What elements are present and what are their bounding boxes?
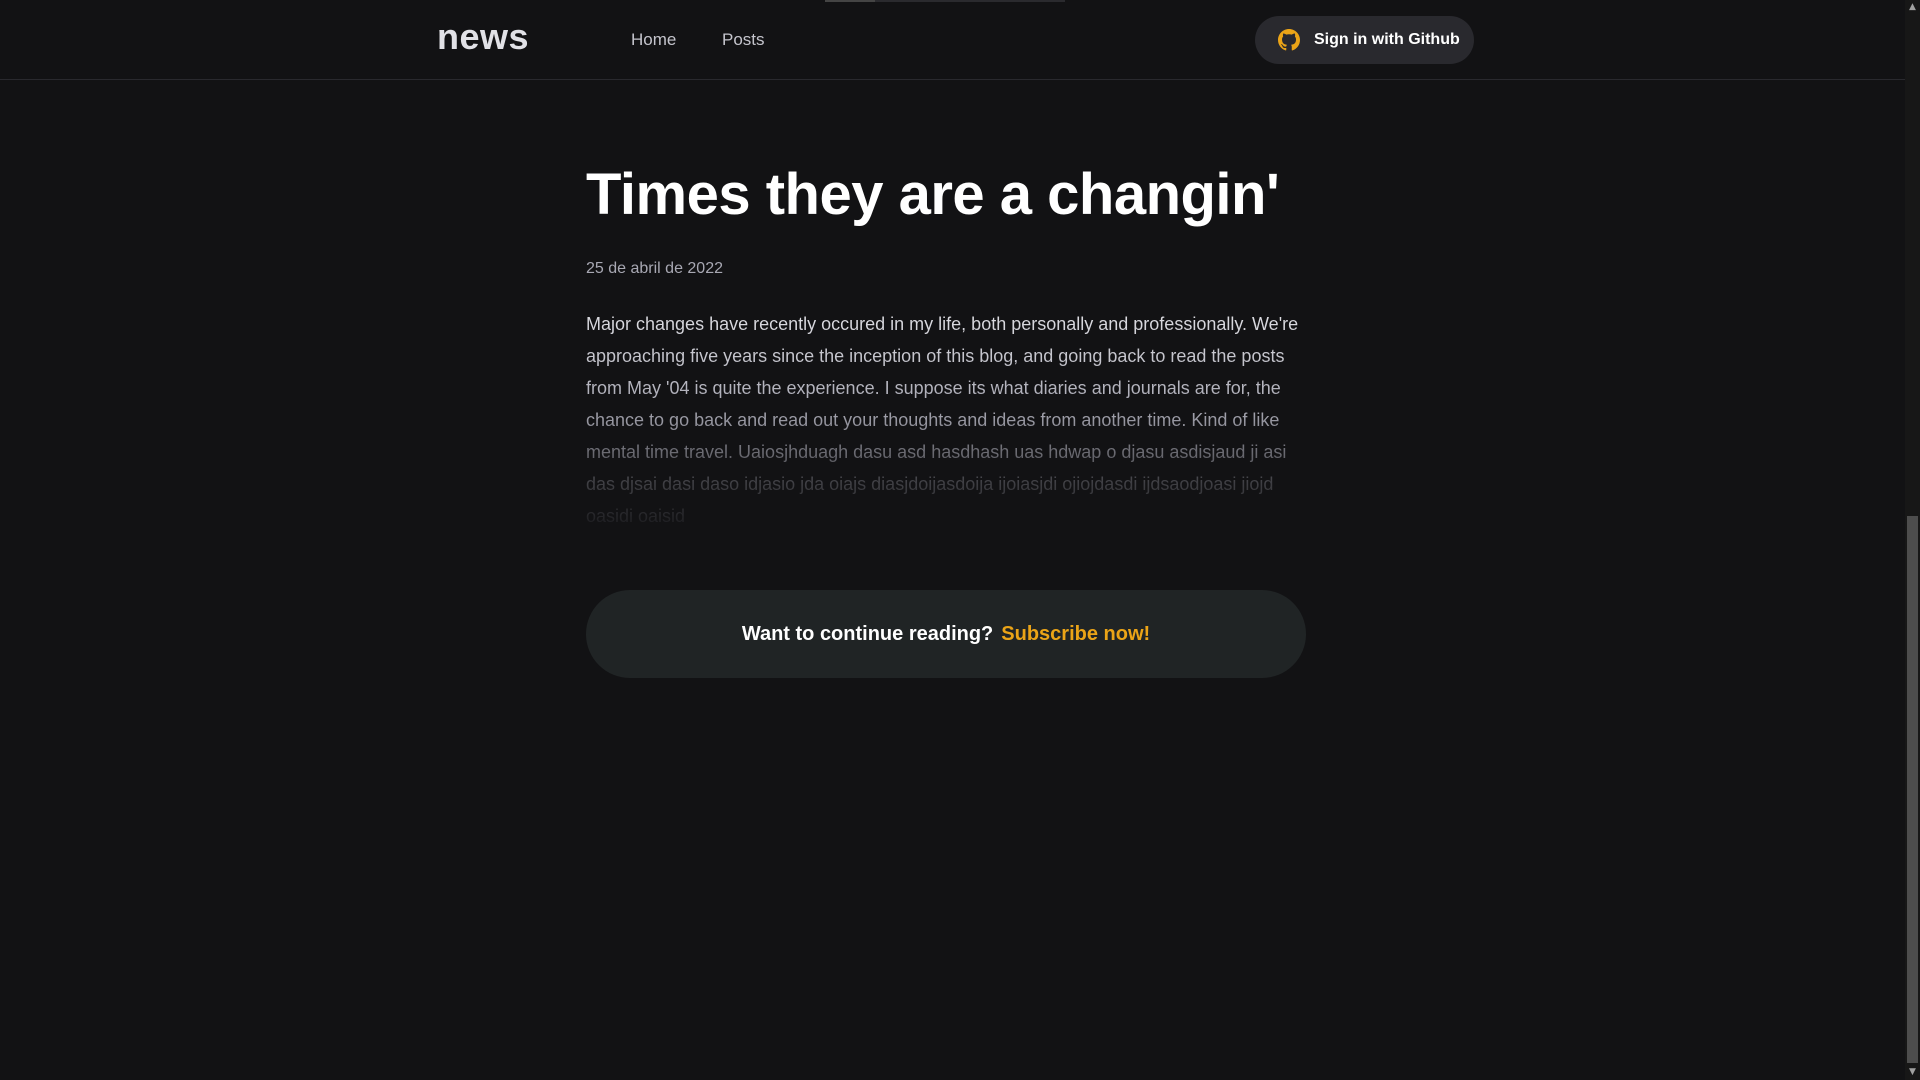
- post-preview-content: Major changes have recently occured in m…: [586, 308, 1306, 532]
- continue-reading-prompt: Want to continue reading?: [741, 622, 994, 645]
- vertical-scrollbar[interactable]: ▲ ▼: [1905, 0, 1920, 1080]
- nav-home-link[interactable]: Home: [631, 30, 676, 50]
- site-header: news Home Posts Sign in with Github: [0, 0, 1905, 80]
- scrollbar-thumb[interactable]: [1907, 516, 1918, 1063]
- continue-reading-box: Want to continue reading? Subscribe now!: [586, 590, 1306, 678]
- header-divider-line: [875, 0, 1065, 2]
- nav-posts-link[interactable]: Posts: [722, 30, 765, 50]
- site-logo[interactable]: news: [437, 16, 529, 58]
- post-date: 25 de abril de 2022: [586, 260, 723, 277]
- post-title: Times they are a changin': [586, 162, 1280, 227]
- page: news Home Posts Sign in with Github Time…: [0, 0, 1920, 1080]
- scroll-down-arrow-icon[interactable]: ▼: [1905, 1065, 1920, 1080]
- subscribe-now-link[interactable]: Subscribe now!: [1001, 623, 1150, 646]
- header-active-indicator: [825, 0, 875, 2]
- scroll-up-arrow-icon[interactable]: ▲: [1905, 0, 1920, 15]
- sign-in-label: Sign in with Github: [1314, 31, 1460, 48]
- post-article: Times they are a changin' 25 de abril de…: [586, 150, 1306, 532]
- github-icon: [1278, 29, 1300, 51]
- viewport: news Home Posts Sign in with Github Time…: [0, 0, 1905, 1080]
- sign-in-github-button[interactable]: Sign in with Github: [1255, 16, 1474, 64]
